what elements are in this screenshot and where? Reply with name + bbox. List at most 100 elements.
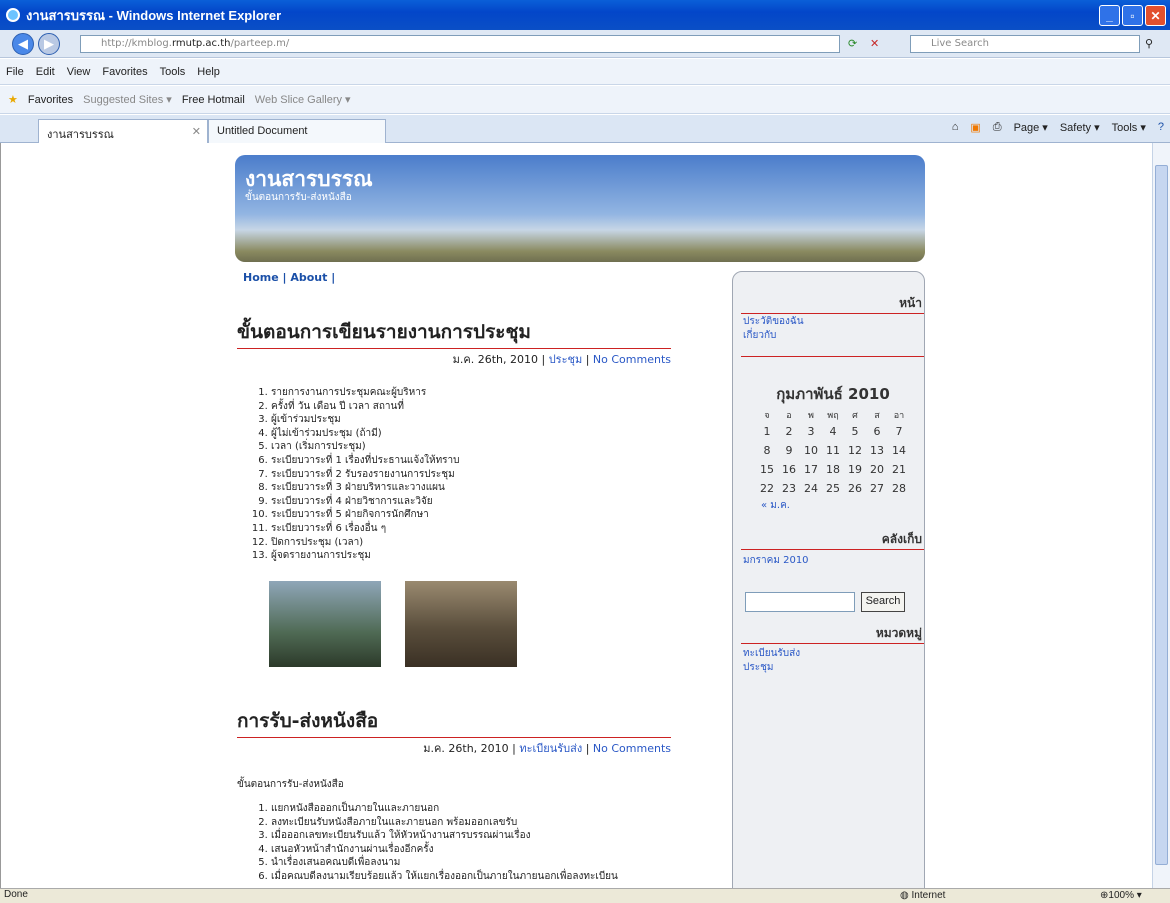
print-icon[interactable]: ⎙ bbox=[993, 121, 1002, 134]
calendar: กุมภาพันธ์ 2010 จอพพฤศสอา 1 2 3 4 5 6 7 8 9 10 11 1… bbox=[753, 382, 913, 513]
address-input[interactable]: http://kmblog.rmutp.ac.th/parteep.m/ bbox=[80, 35, 840, 53]
post-1: ขั้นตอนการเขียนรายงานการประชุม ม.ค. 26th… bbox=[237, 317, 671, 563]
back-button[interactable]: ◀ bbox=[12, 33, 34, 55]
globe-icon: ◍ bbox=[900, 890, 909, 901]
calendar-day: 8 bbox=[763, 444, 771, 457]
page-viewport: งานสารบรรณ ขั้นตอนการรับ-ส่งหนังสือ Home… bbox=[0, 143, 1152, 888]
page-link-about[interactable]: เกี่ยวกับ bbox=[743, 328, 776, 343]
search-icon[interactable]: ⚲ bbox=[1145, 37, 1153, 50]
blog-subtitle: ขั้นตอนการรับ-ส่งหนังสือ bbox=[245, 192, 352, 203]
search-placeholder: Live Search bbox=[931, 38, 989, 49]
tab-close-icon[interactable]: ✕ bbox=[192, 125, 201, 138]
post-list: รายการงานการประชุมคณะผู้บริหารครั้งที่ ว… bbox=[237, 386, 671, 563]
minimize-button[interactable]: _ bbox=[1099, 5, 1120, 26]
calendar-day: 26 bbox=[848, 482, 862, 495]
status-bar: Done ◍ Internet ⊕100% ▾ bbox=[0, 888, 1170, 903]
window-titlebar: งานสารบรรณ - Windows Internet Explorer _… bbox=[0, 0, 1170, 30]
maximize-button[interactable]: ▫ bbox=[1122, 5, 1143, 26]
refresh-icon[interactable]: ⟳ bbox=[848, 37, 857, 50]
post-2: การรับ-ส่งหนังสือ ม.ค. 26th, 2010 | ทะเบ… bbox=[237, 706, 671, 884]
calendar-day: 7 bbox=[895, 425, 903, 438]
list-item: ระเบียบวาระที่ 6 เรื่องอื่น ๆ bbox=[271, 522, 671, 536]
page-menu[interactable]: Page ▾ bbox=[1014, 121, 1048, 134]
list-item: ระเบียบวาระที่ 4 ฝ่ายวิชาการและวิจัย bbox=[271, 495, 671, 509]
weekday-label: พ bbox=[808, 411, 814, 421]
fav-free-hotmail[interactable]: Free Hotmail bbox=[182, 94, 245, 106]
search-button[interactable]: Search bbox=[861, 592, 905, 612]
zone-label: Internet bbox=[911, 890, 946, 901]
calendar-day: 10 bbox=[804, 444, 818, 457]
comments-link[interactable]: No Comments bbox=[593, 353, 671, 366]
help-icon[interactable]: ? bbox=[1158, 121, 1164, 134]
weekday-label: จ bbox=[764, 411, 770, 421]
list-item: ระเบียบวาระที่ 1 เรื่องที่ประธานแจ้งให้ท… bbox=[271, 454, 671, 468]
blog-header: งานสารบรรณ ขั้นตอนการรับ-ส่งหนังสือ bbox=[235, 155, 925, 262]
window-title: งานสารบรรณ - Windows Internet Explorer bbox=[26, 7, 282, 23]
close-button[interactable]: ✕ bbox=[1145, 5, 1166, 26]
search-input[interactable]: Live Search bbox=[910, 35, 1140, 53]
calendar-week: 8 9 10 11 12 13 14 bbox=[753, 441, 913, 460]
forward-button[interactable]: ▶ bbox=[38, 33, 60, 55]
zone-indicator: ◍ Internet bbox=[900, 890, 945, 901]
menu-edit[interactable]: Edit bbox=[36, 66, 55, 78]
tools-menu[interactable]: Tools ▾ bbox=[1112, 121, 1146, 134]
stop-icon[interactable]: ✕ bbox=[870, 37, 879, 50]
feeds-icon[interactable]: ▣ bbox=[970, 121, 980, 134]
menu-favorites[interactable]: Favorites bbox=[102, 66, 147, 78]
weekday-label: อ bbox=[786, 411, 792, 421]
list-item: ลงทะเบียนรับหนังสือภายในและภายนอก พร้อมอ… bbox=[271, 816, 671, 830]
post-meta: ม.ค. 26th, 2010 | ประชุม | No Comments bbox=[452, 353, 671, 366]
calendar-day: 14 bbox=[892, 444, 906, 457]
archive-link[interactable]: มกราคม 2010 bbox=[743, 553, 809, 568]
calendar-day: 19 bbox=[848, 463, 862, 476]
favorites-star-icon: ★ bbox=[8, 94, 18, 106]
url-path: /parteep.m/ bbox=[230, 38, 290, 49]
calendar-week: 22 23 24 25 26 27 28 bbox=[753, 479, 913, 498]
calendar-day: 25 bbox=[826, 482, 840, 495]
categories-heading: หมวดหมู่ bbox=[741, 624, 924, 644]
safety-menu[interactable]: Safety ▾ bbox=[1060, 121, 1100, 134]
menu-file[interactable]: File bbox=[6, 66, 24, 78]
favorites-button[interactable]: Favorites bbox=[28, 94, 73, 106]
blog-nav[interactable]: Home | About | bbox=[243, 271, 335, 284]
calendar-day: 1 bbox=[763, 425, 771, 438]
vertical-scrollbar[interactable] bbox=[1152, 143, 1170, 888]
tab-label: Untitled Document bbox=[217, 125, 308, 137]
list-item: ผู้ไม่เข้าร่วมประชุม (ถ้ามี) bbox=[271, 427, 671, 441]
weekday-label: อา bbox=[893, 411, 905, 421]
url-host: rmutp.ac.th bbox=[171, 38, 231, 49]
address-toolbar: ◀ ▶ http://kmblog.rmutp.ac.th/parteep.m/… bbox=[0, 30, 1170, 58]
fav-web-slice-gallery[interactable]: Web Slice Gallery ▾ bbox=[255, 93, 351, 106]
menu-help[interactable]: Help bbox=[197, 66, 220, 78]
comments-link[interactable]: No Comments bbox=[593, 742, 671, 755]
post-list: แยกหนังสือออกเป็นภายในและภายนอกลงทะเบียน… bbox=[237, 802, 671, 884]
tab-active[interactable]: งานสารบรรณ ✕ bbox=[38, 119, 208, 143]
fav-suggested-sites[interactable]: Suggested Sites ▾ bbox=[83, 93, 172, 106]
post-title[interactable]: ขั้นตอนการเขียนรายงานการประชุม bbox=[237, 317, 671, 349]
post-title[interactable]: การรับ-ส่งหนังสือ bbox=[237, 706, 671, 738]
favorites-bar: ★ Favorites Suggested Sites ▾ Free Hotma… bbox=[0, 86, 1170, 114]
list-item: แยกหนังสือออกเป็นภายในและภายนอก bbox=[271, 802, 671, 816]
tab-untitled[interactable]: Untitled Document bbox=[208, 119, 386, 143]
category-link-meeting[interactable]: ประชุม bbox=[743, 660, 773, 675]
page-link-profile[interactable]: ประวัติของฉัน bbox=[743, 314, 804, 329]
post-category-link[interactable]: ทะเบียนรับส่ง bbox=[519, 742, 582, 755]
calendar-day: 17 bbox=[804, 463, 818, 476]
category-link-registry[interactable]: ทะเบียนรับส่ง bbox=[743, 646, 800, 661]
calendar-day: 23 bbox=[782, 482, 796, 495]
calendar-day: 2 bbox=[785, 425, 793, 438]
calendar-prev-link[interactable]: « ม.ค. bbox=[753, 498, 913, 513]
menu-view[interactable]: View bbox=[67, 66, 91, 78]
home-icon[interactable]: ⌂ bbox=[952, 121, 959, 134]
zoom-control[interactable]: ⊕100% ▾ bbox=[1100, 890, 1142, 901]
meeting-photo-2 bbox=[405, 581, 517, 667]
menu-tools[interactable]: Tools bbox=[160, 66, 186, 78]
scrollbar-thumb[interactable] bbox=[1155, 165, 1168, 865]
sidebar-search-input[interactable] bbox=[745, 592, 855, 612]
list-item: ระเบียบวาระที่ 3 ฝ่ายบริหารและวางแผน bbox=[271, 481, 671, 495]
post-category-link[interactable]: ประชุม bbox=[549, 353, 583, 366]
menu-bar: File Edit View Favorites Tools Help bbox=[0, 59, 1170, 85]
calendar-day: 3 bbox=[807, 425, 815, 438]
ie-logo-icon bbox=[6, 8, 20, 22]
calendar-day: 24 bbox=[804, 482, 818, 495]
